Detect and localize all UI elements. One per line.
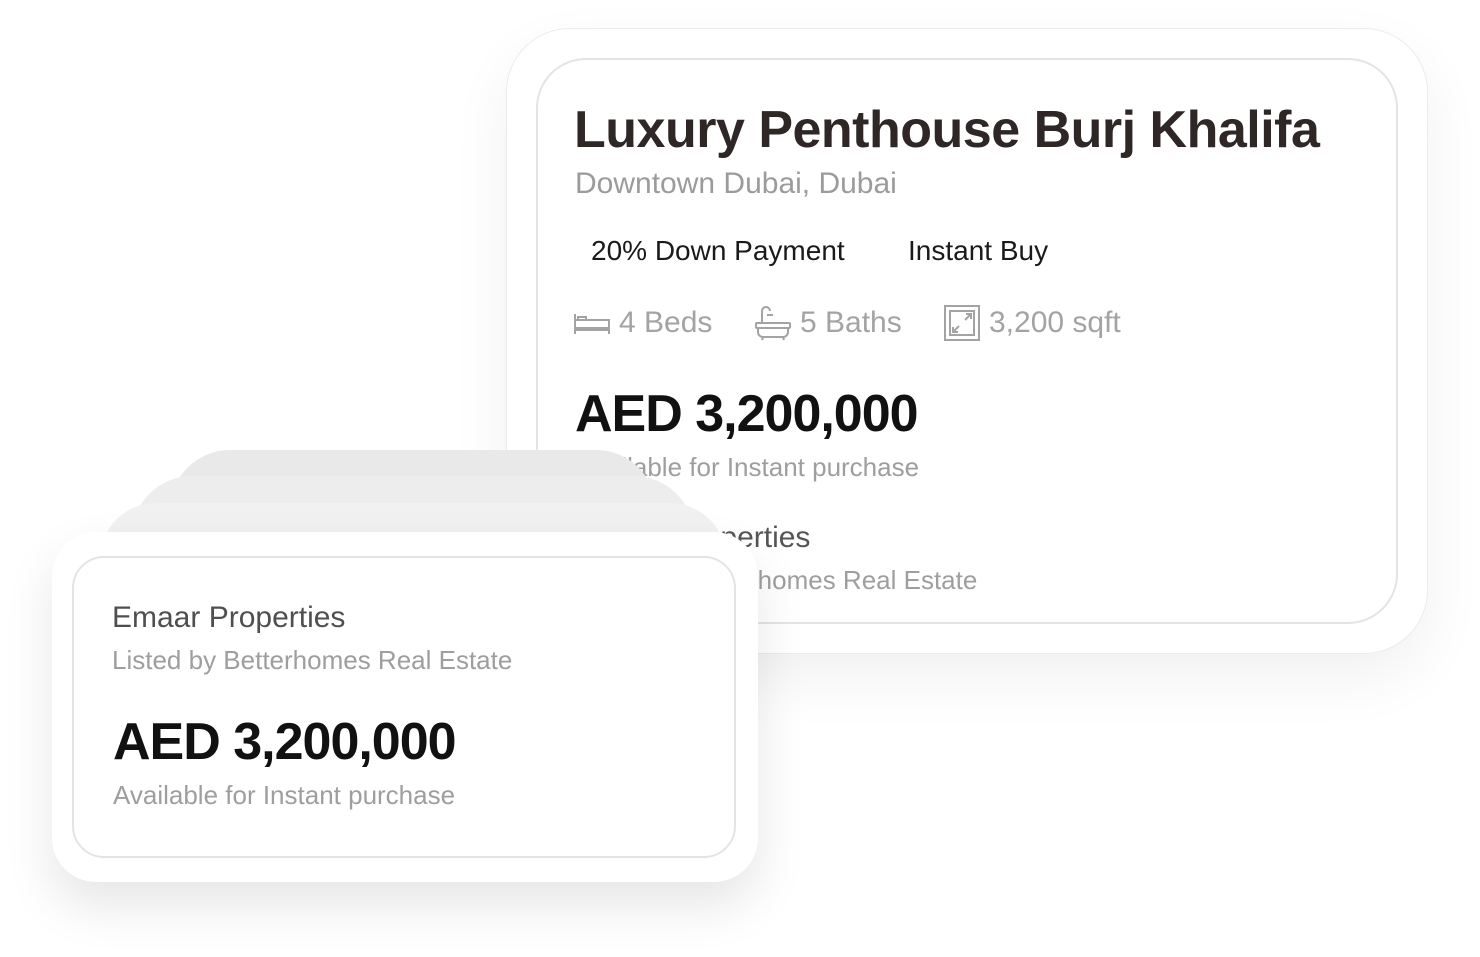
area-label: 3,200 sqft xyxy=(989,306,1121,339)
feature-area: 3,200 sqft xyxy=(943,302,1121,344)
bathtub-icon xyxy=(754,305,792,341)
summary-availability-text: Available for Instant purchase xyxy=(113,780,456,810)
instant-buy-tag: Instant Buy xyxy=(908,235,1049,266)
down-payment-tag: 20% Down Payment xyxy=(591,235,845,266)
summary-developer-name: Emaar Properties xyxy=(112,601,346,634)
baths-label: 5 Baths xyxy=(800,306,902,339)
summary-lister-name: Listed by Betterhomes Real Estate xyxy=(112,645,513,675)
beds-label: 4 Beds xyxy=(619,306,713,339)
bed-icon xyxy=(573,310,611,336)
expand-area-icon xyxy=(943,304,981,342)
summary-price: AED 3,200,000 xyxy=(113,713,457,771)
feature-beds: 4 Beds xyxy=(573,302,712,344)
stage: Luxury Penthouse Burj Khalifa Downtown D… xyxy=(0,0,1480,957)
property-price: AED 3,200,000 xyxy=(575,385,919,443)
feature-baths: 5 Baths xyxy=(754,302,902,344)
property-title: Luxury Penthouse Burj Khalifa xyxy=(574,101,1320,159)
property-location: Downtown Dubai, Dubai xyxy=(575,167,897,200)
